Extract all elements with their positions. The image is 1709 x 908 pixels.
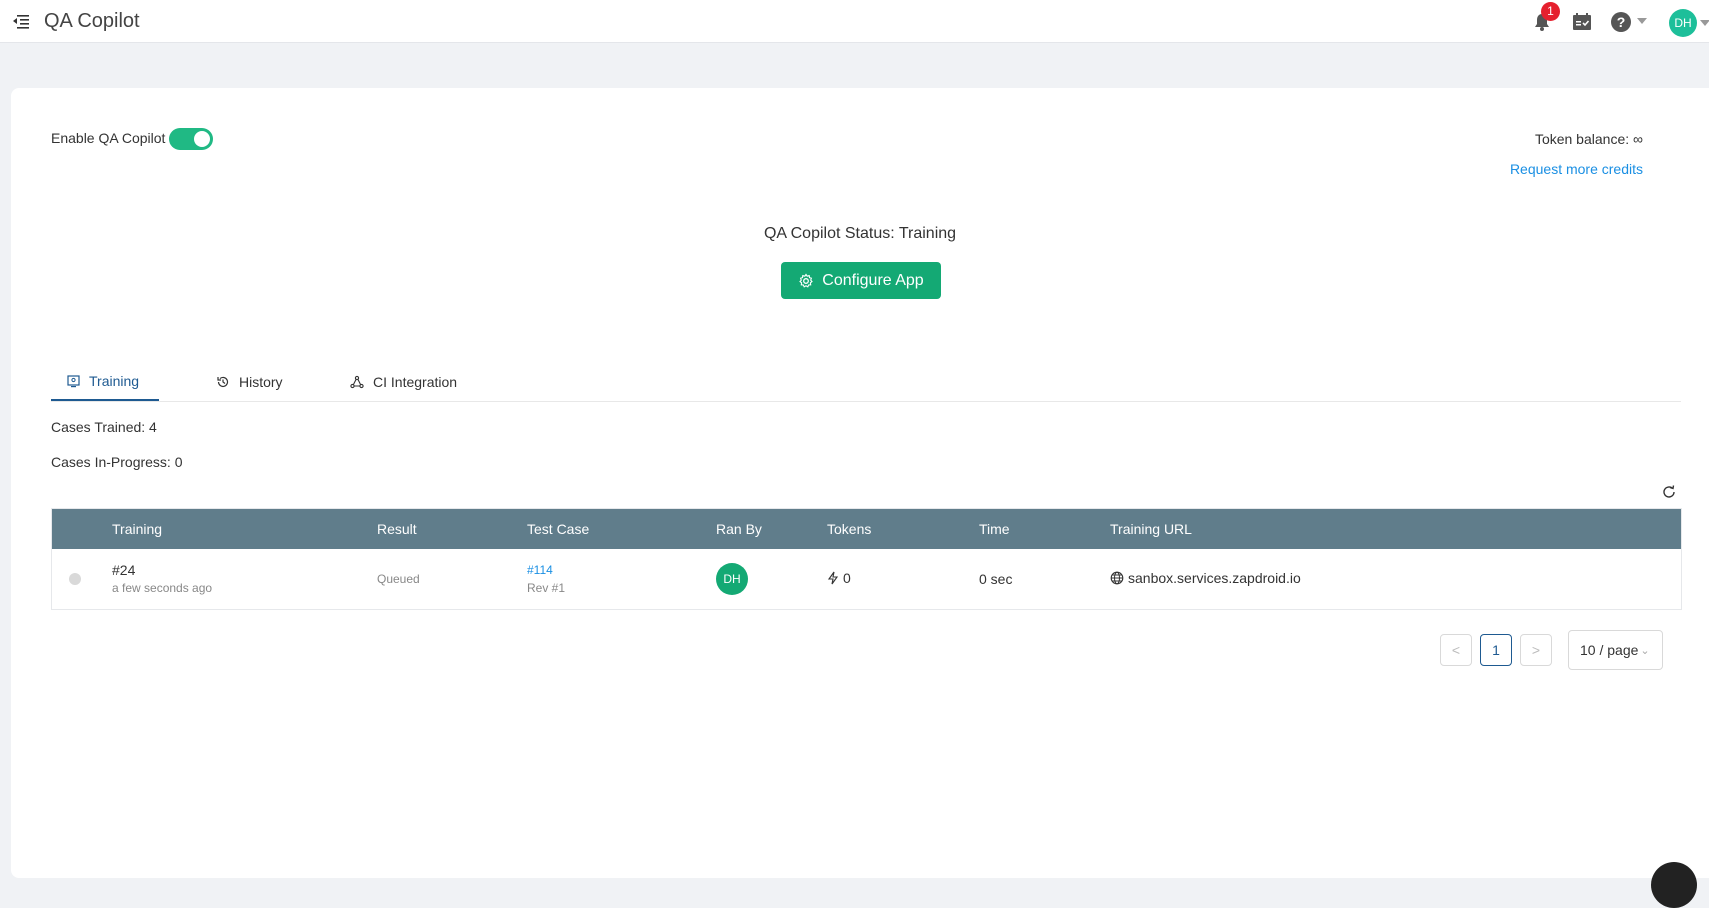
training-icon [67,374,80,387]
refresh-icon[interactable] [1661,484,1677,500]
help-icon[interactable]: ? [1610,11,1632,33]
time-value: 0 sec [979,571,1013,587]
ci-integration-icon [350,375,364,389]
user-avatar[interactable]: DH [1669,9,1697,37]
test-case-revision: Rev #1 [527,581,566,595]
history-icon [217,376,229,388]
svg-text:?: ? [1617,14,1626,30]
enable-copilot-toggle[interactable] [169,128,213,150]
col-ran-by: Ran By [716,521,762,537]
request-credits-link[interactable]: Request more credits [1510,161,1643,177]
token-balance: Token balance: ∞ [1534,131,1643,147]
table-header: Training Result Test Case Ran By Tokens … [52,509,1681,549]
chevron-down-icon: ⌄ [1640,644,1650,657]
pagination-page-1[interactable]: 1 [1480,634,1512,666]
cases-trained: Cases Trained: 4 [51,419,157,435]
user-menu-caret-icon[interactable] [1700,20,1709,26]
page-size-value: 10 / page [1580,642,1639,658]
status-dot [69,573,81,585]
tab-training[interactable]: Training [51,363,159,401]
tokens-value: 0 [843,570,851,586]
calendar-check-icon[interactable] [1571,11,1593,33]
col-result: Result [377,521,417,537]
training-time-ago: a few seconds ago [112,581,213,595]
tab-history[interactable]: History [216,363,283,401]
training-id: #24 [112,562,136,578]
training-url[interactable]: sanbox.services.zapdroid.io [1128,570,1301,586]
page-size-select[interactable]: 10 / page ⌄ [1568,630,1663,670]
col-time: Time [979,521,1010,537]
tab-history-label: History [239,374,283,390]
copilot-status: QA Copilot Status: Training [763,225,957,242]
enable-copilot-label: Enable QA Copilot [51,130,166,146]
gear-icon [799,273,814,288]
lightning-icon [827,571,839,585]
result-status: Queued [377,572,420,586]
pagination-next-button[interactable]: > [1520,634,1552,666]
main-card: Enable QA Copilot Token balance: ∞ Reque… [11,88,1709,878]
tab-ci-integration[interactable]: CI Integration [350,363,457,401]
test-case-link[interactable]: #114 [527,563,565,577]
tab-training-label: Training [89,373,140,389]
col-training-url: Training URL [1110,521,1192,537]
help-caret-icon[interactable] [1637,18,1647,24]
menu-toggle-icon[interactable] [11,11,31,31]
col-training: Training [112,521,163,537]
tab-bar: Training History CI Integration [51,363,1681,402]
col-test-case: Test Case [527,521,590,537]
cases-in-progress: Cases In-Progress: 0 [51,454,183,470]
tab-ci-integration-label: CI Integration [373,374,458,390]
top-bar: QA Copilot 1 ? DH [0,0,1709,43]
chat-widget-button[interactable] [1651,862,1697,908]
training-table: Training Result Test Case Ran By Tokens … [51,508,1682,610]
toggle-knob [194,131,210,147]
globe-icon [1110,571,1124,585]
pagination-prev-button[interactable]: < [1440,634,1472,666]
ran-by-avatar: DH [716,563,748,595]
col-tokens: Tokens [827,521,872,537]
notification-badge: 1 [1541,2,1560,21]
configure-app-label: Configure App [822,271,924,289]
table-row[interactable]: #24 a few seconds ago Queued #114 Rev #1… [52,549,1681,609]
configure-app-button[interactable]: Configure App [781,262,941,299]
app-title: QA Copilot [44,10,140,32]
